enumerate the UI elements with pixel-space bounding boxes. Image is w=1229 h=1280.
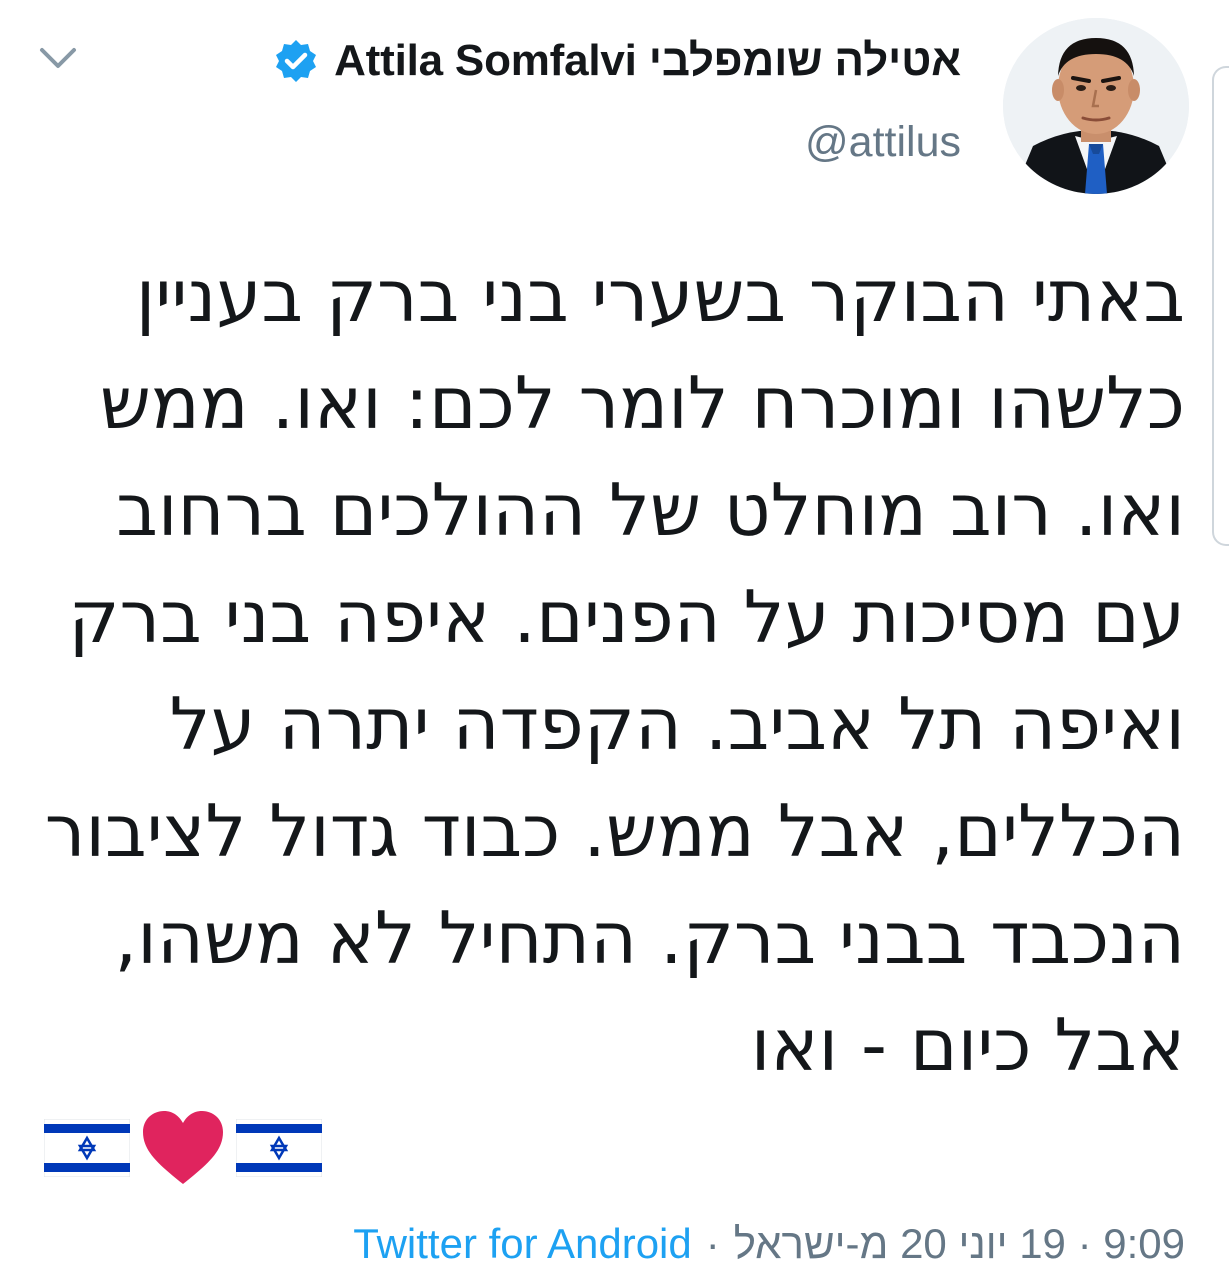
- emoji-row: [44, 1108, 322, 1188]
- scrollbar[interactable]: [1212, 66, 1229, 546]
- tweet-source-link[interactable]: Twitter for Android: [353, 1220, 691, 1268]
- red-heart-icon: [143, 1111, 223, 1184]
- tweet-text-line: הנכבד בבני ברק. התחיל לא משהו,: [114, 896, 1185, 980]
- avatar-photo: [1003, 18, 1189, 194]
- tweet-text-line: באתי הבוקר בשערי בני ברק בעניין: [135, 254, 1185, 338]
- tweet-text: באתי הבוקר בשערי בני ברק בעניין כלשהו ומ…: [44, 243, 1185, 1099]
- tweet-timestamp[interactable]: 9:09 · 19 יוני 20 מ-ישראל: [734, 1220, 1185, 1268]
- tweet-text-line: ואיפה תל אביב. הקפדה יתרה על: [169, 682, 1185, 766]
- author-name-row[interactable]: אטילה שומפלבי Attila Somfalvi: [272, 32, 961, 90]
- tweet-text-line: ואו. רוב מוחלט של ההולכים ברחוב: [116, 468, 1185, 552]
- tweet-meta: Twitter for Android · 9:09 · 19 יוני 20 …: [353, 1214, 1185, 1274]
- tweet-text-line: כלשהו ומוכרח לומר לכם: ואו. ממש: [99, 361, 1185, 445]
- tweet-text-line: הכללים, אבל ממש. כבוד גדול לציבור: [44, 789, 1185, 873]
- meta-separator: ·: [705, 1220, 720, 1267]
- verified-badge-icon: [276, 40, 317, 82]
- author-display-name[interactable]: אטילה שומפלבי Attila Somfalvi: [334, 36, 961, 86]
- tweet-text-line: עם מסיכות על הפנים. איפה בני ברק: [68, 575, 1185, 659]
- israel-flag-icon: [44, 1119, 130, 1177]
- tweet-card: אטילה שומפלבי Attila Somfalvi @attilus ב…: [0, 0, 1229, 1280]
- tweet-text-line: אבל כיום - ואו: [750, 1003, 1185, 1087]
- author-avatar[interactable]: [1003, 18, 1189, 194]
- author-handle[interactable]: @attilus: [805, 118, 961, 167]
- chevron-down-icon: [40, 48, 76, 68]
- tweet-menu-button[interactable]: [34, 38, 82, 78]
- israel-flag-icon: [236, 1119, 322, 1177]
